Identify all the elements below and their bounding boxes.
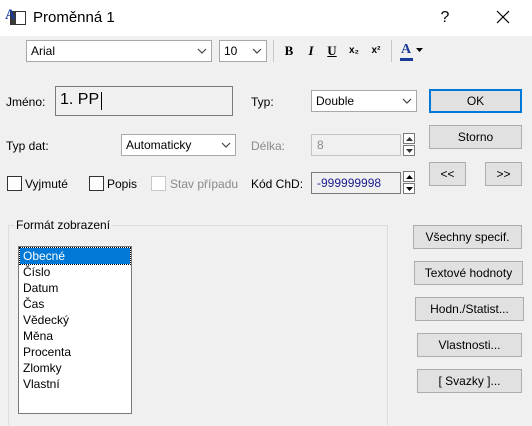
font-icon: A [5,7,16,23]
triangle-down-icon [406,187,413,191]
spin-down-button[interactable] [403,183,415,194]
toolbar-separator [273,40,274,62]
cancel-button[interactable]: Storno [429,125,522,149]
list-item[interactable]: Zlomky [20,360,130,376]
chevron-down-icon [402,98,412,104]
missing-code-field[interactable]: -999999998 [311,172,401,194]
color-swatch [400,58,413,61]
text-values-button[interactable]: Textové hodnoty [414,261,523,285]
length-label: Délka: [251,139,286,153]
labels-checkbox[interactable] [89,176,104,191]
chevron-down-icon [221,142,231,148]
close-icon [496,10,510,24]
chevron-down-icon [252,48,262,54]
help-button[interactable]: ? [430,7,460,29]
ok-button[interactable]: OK [429,89,522,113]
triangle-down-icon [406,149,413,153]
list-item[interactable]: Datum [20,280,130,296]
triangle-up-icon [406,175,413,179]
italic-button[interactable]: I [301,40,321,62]
text-color-button[interactable]: A [397,40,427,62]
variable-dialog: Proměnná 1 ? A Arial 10 B I U x₂ x² A Jm… [0,0,532,426]
list-item[interactable]: Měna [20,328,130,344]
length-value: 8 [317,138,324,152]
bold-button[interactable]: B [279,40,299,62]
underline-button[interactable]: U [322,40,342,62]
properties-button[interactable]: Vlastnosti... [417,333,522,357]
superscript-button[interactable]: x² [366,40,386,62]
type-label: Typ: [251,95,274,109]
name-label: Jméno: [6,95,46,109]
type-value: Double [316,94,355,108]
all-specs-button[interactable]: Všechny specif. [413,225,522,249]
list-item[interactable]: Číslo [20,264,130,280]
case-state-label: Stav případu [170,177,239,191]
labels-label: Popis [107,177,138,191]
length-spinner[interactable] [403,133,415,157]
missing-code-label: Kód ChD: [251,177,304,191]
font-size-value: 10 [224,44,238,58]
spin-up-button[interactable] [403,133,415,144]
links-button[interactable]: [ Svazky ]... [417,369,522,393]
case-state-checkbox [151,176,166,191]
toolbar-separator [391,40,392,62]
spin-down-button[interactable] [403,145,415,156]
values-stats-button[interactable]: Hodn./Statist... [415,297,524,321]
name-value: 1. PP [60,91,100,108]
list-item[interactable]: Vlastní [20,376,130,392]
length-field: 8 [311,134,401,156]
font-size-select[interactable]: 10 [219,40,267,62]
format-listbox[interactable]: Obecné Číslo Datum Čas Vědecký Měna Procenta Zl… [18,246,132,414]
excluded-label: Vyjmuté [25,177,68,191]
text-color-icon: A [401,42,412,57]
excluded-checkbox[interactable] [7,176,22,191]
text-caret [101,92,102,110]
datatype-select[interactable]: Automaticky [121,134,236,156]
list-item[interactable]: Obecné [19,247,131,265]
name-field[interactable]: 1. PP [55,86,233,116]
missing-code-value: -999999998 [317,176,382,190]
type-select[interactable]: Double [311,90,417,112]
list-item[interactable]: Procenta [20,344,130,360]
missing-code-spinner[interactable] [403,171,415,195]
list-item[interactable]: Čas [20,296,130,312]
window-title: Proměnná 1 [33,9,115,26]
subscript-button[interactable]: x₂ [344,40,364,62]
next-variable-button[interactable]: >> [485,162,522,186]
triangle-up-icon [406,137,413,141]
font-name-value: Arial [31,44,56,58]
previous-variable-button[interactable]: << [429,162,466,186]
list-item[interactable]: Vědecký [20,312,130,328]
close-button[interactable] [485,4,521,32]
datatype-value: Automaticky [126,138,192,152]
font-name-select[interactable]: Arial [26,40,212,62]
caret-down-icon [416,48,423,52]
datatype-label: Typ dat: [6,139,49,153]
format-group-title: Formát zobrazení [14,218,113,232]
spin-up-button[interactable] [403,171,415,182]
chevron-down-icon [197,48,207,54]
